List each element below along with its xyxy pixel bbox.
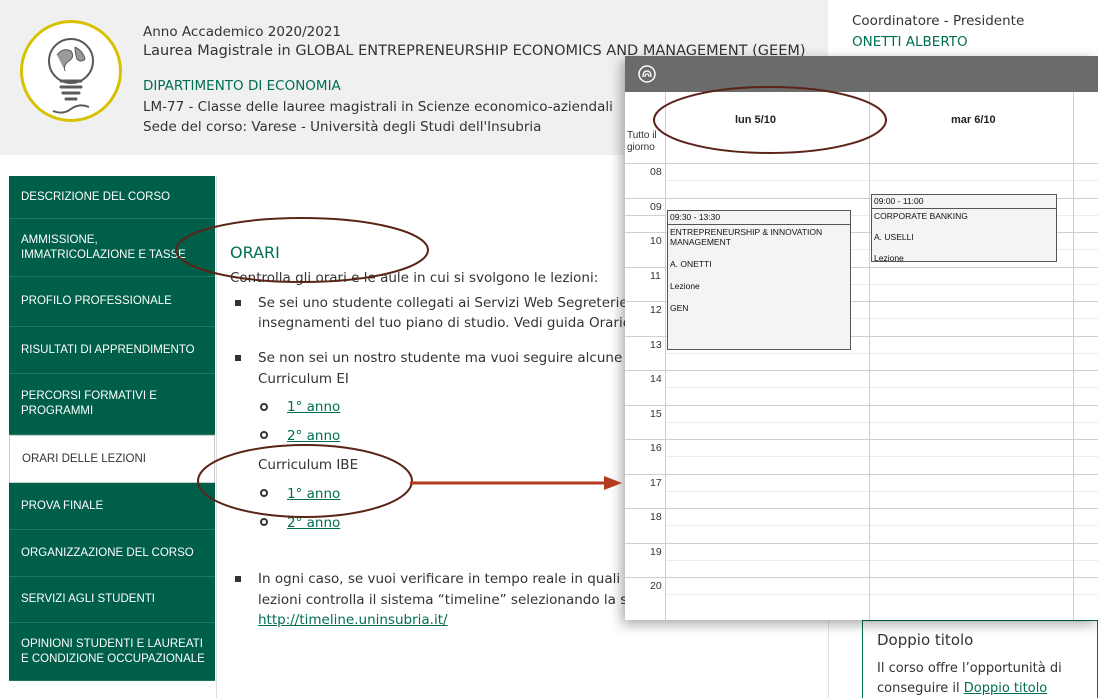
highlight-ellipse: [175, 217, 429, 283]
annotation-overlay: [175, 86, 887, 518]
arrow-head-icon: [604, 476, 622, 490]
highlight-ellipse: [197, 444, 413, 518]
highlight-ellipse: [653, 86, 887, 154]
